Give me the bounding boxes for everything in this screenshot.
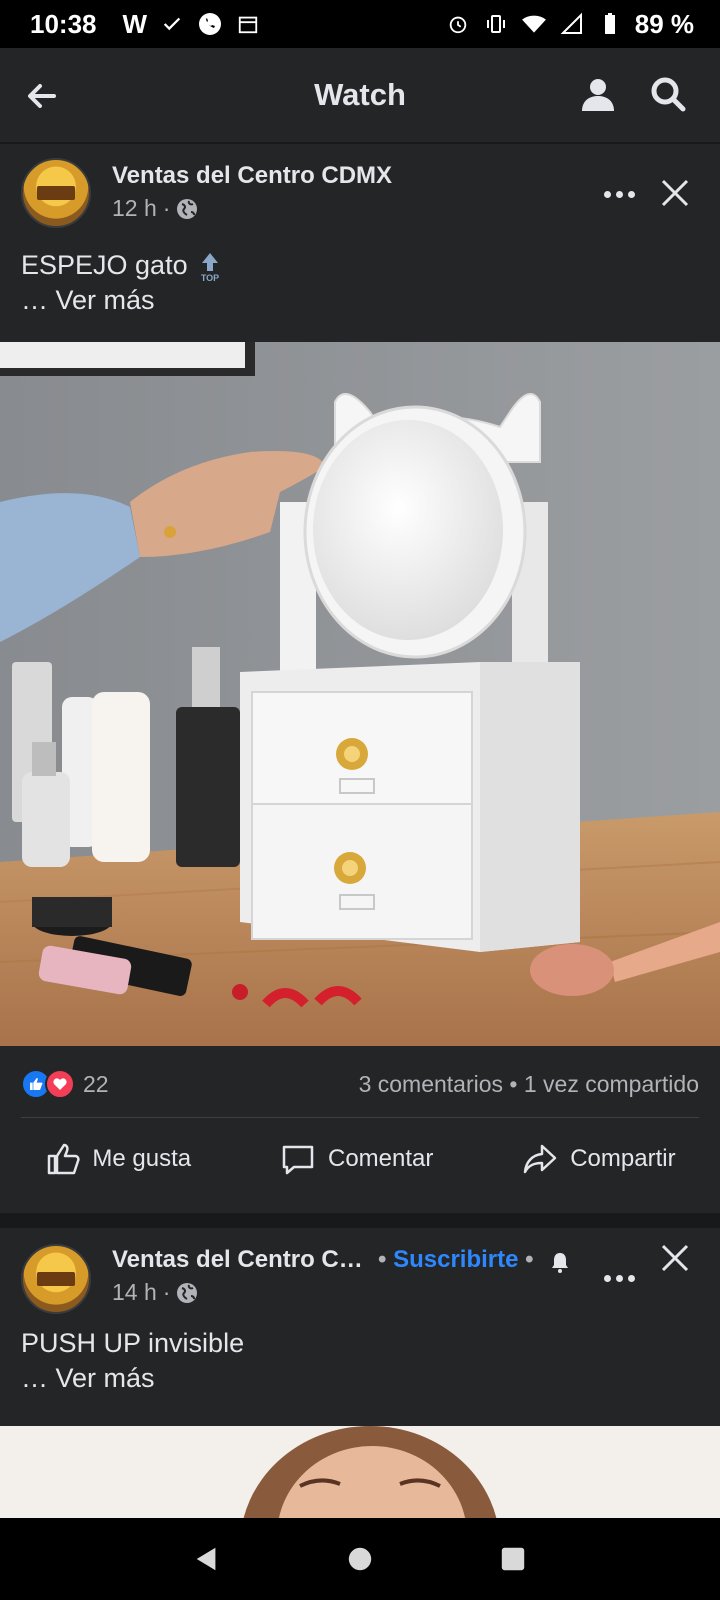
feed-post: Ventas del Centro C… • Suscribirte • 14 … <box>0 1228 720 1518</box>
subscribe-label: Suscribirte <box>393 1246 519 1273</box>
reaction-summary[interactable]: 22 <box>21 1069 109 1099</box>
engagement-summary[interactable]: 3 comentarios • 1 vez compartido <box>359 1071 699 1098</box>
app-bar: Watch <box>0 48 720 142</box>
nav-home-icon[interactable] <box>343 1542 377 1576</box>
post-caption: ESPEJO gato <box>21 250 188 280</box>
status-bar: 10:38 W 89 % <box>0 0 720 48</box>
love-reaction-icon <box>45 1069 75 1099</box>
globe-icon <box>176 1282 198 1304</box>
post-time: 14 h <box>112 1279 157 1305</box>
check-icon <box>159 11 185 37</box>
video-frame <box>0 1426 720 1518</box>
nav-back-icon[interactable] <box>190 1542 224 1576</box>
more-icon[interactable] <box>604 188 638 200</box>
feed-post: Ventas del Centro CDMX 12 h · ESPEJO gat… <box>0 142 720 1215</box>
wifi-icon <box>521 11 547 37</box>
reaction-count: 22 <box>83 1070 109 1097</box>
back-arrow-icon[interactable] <box>22 76 62 116</box>
comment-button[interactable]: Comentar <box>272 1135 441 1183</box>
see-more-link[interactable]: … Ver más <box>21 1363 155 1393</box>
dot-separator: · <box>162 195 171 221</box>
post-caption: PUSH UP invisible <box>21 1328 245 1358</box>
share-label: Compartir <box>570 1145 676 1172</box>
alarm-icon <box>445 11 471 37</box>
close-icon[interactable] <box>660 1243 690 1273</box>
vibrate-icon <box>483 11 509 37</box>
post-video-thumbnail[interactable] <box>0 1426 720 1518</box>
avatar[interactable] <box>21 158 91 228</box>
post-actions: Me gusta Comentar Compartir <box>0 1119 720 1199</box>
system-nav-bar <box>0 1518 720 1600</box>
avatar-badge <box>37 186 75 200</box>
post-time: 12 h <box>112 195 157 221</box>
calendar-icon <box>235 11 261 37</box>
divider <box>21 1117 699 1118</box>
page-title: Watch <box>314 77 406 112</box>
battery-level: 89 % <box>634 8 694 39</box>
avatar-badge <box>37 1272 75 1286</box>
svg-text:TOP: TOP <box>200 273 218 283</box>
like-icon <box>48 1143 81 1175</box>
top-arrow-icon: TOP <box>198 251 222 283</box>
signal-icon <box>559 11 585 37</box>
post-page-name[interactable]: Ventas del Centro C… <box>112 1246 363 1274</box>
comment-icon <box>282 1145 314 1175</box>
more-icon[interactable] <box>604 1272 638 1284</box>
globe-icon <box>176 198 198 220</box>
feed-separator <box>0 1213 720 1228</box>
vanity-mirror-photo <box>0 342 720 1046</box>
post-page-name[interactable]: Ventas del Centro CDMX <box>112 162 392 190</box>
share-button[interactable]: Compartir <box>514 1135 683 1183</box>
close-icon[interactable] <box>660 178 690 208</box>
share-icon <box>523 1144 557 1174</box>
avatar[interactable] <box>21 1244 91 1314</box>
like-button[interactable]: Me gusta <box>36 1135 199 1183</box>
nav-recents-icon[interactable] <box>496 1542 530 1576</box>
status-time: 10:38 <box>30 8 97 39</box>
comment-label: Comentar <box>327 1145 434 1172</box>
reactions-row: 22 3 comentarios • 1 vez compartido <box>21 1064 699 1104</box>
dot-separator: · <box>162 1279 171 1305</box>
post-text: ESPEJO gato TOP … Ver más <box>21 248 222 318</box>
battery-icon <box>597 11 623 37</box>
post-meta: 12 h · <box>112 195 198 222</box>
post-image[interactable] <box>0 342 720 1046</box>
see-more-link[interactable]: … Ver más <box>21 285 155 315</box>
search-icon[interactable] <box>648 74 688 114</box>
like-label: Me gusta <box>92 1145 192 1172</box>
subscribe-link[interactable]: • Suscribirte • <box>378 1246 534 1274</box>
carrier-icon: W <box>122 8 148 39</box>
phone-icon <box>197 11 223 37</box>
post-text: PUSH UP invisible … Ver más <box>21 1326 244 1396</box>
post-meta: 14 h · <box>112 1279 198 1306</box>
bell-icon[interactable] <box>548 1250 572 1274</box>
user-icon[interactable] <box>578 74 618 114</box>
